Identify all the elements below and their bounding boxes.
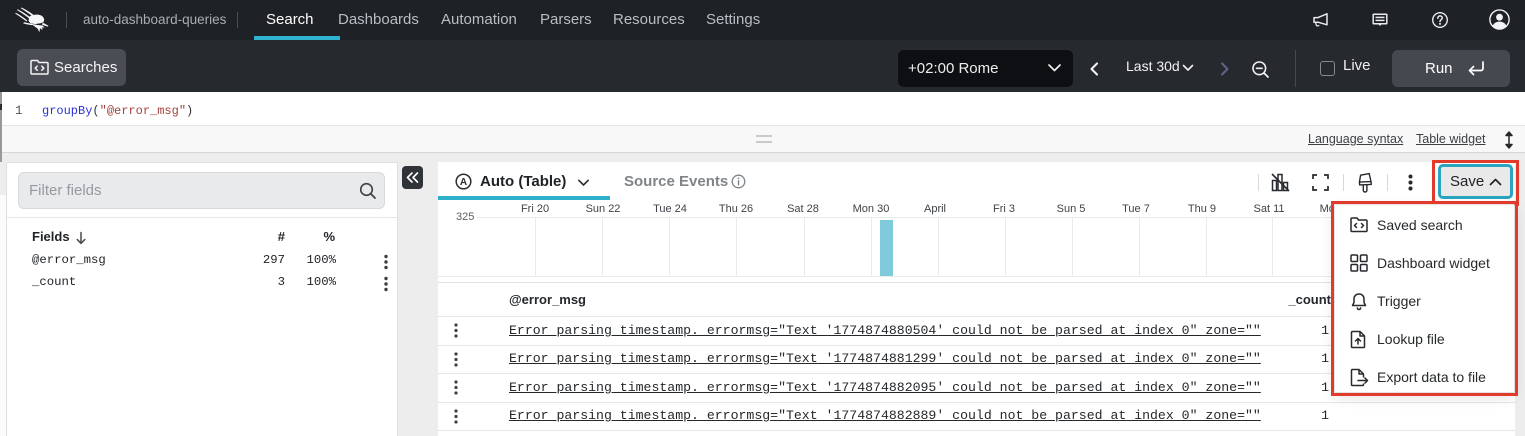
svg-text:A: A [460, 177, 467, 188]
